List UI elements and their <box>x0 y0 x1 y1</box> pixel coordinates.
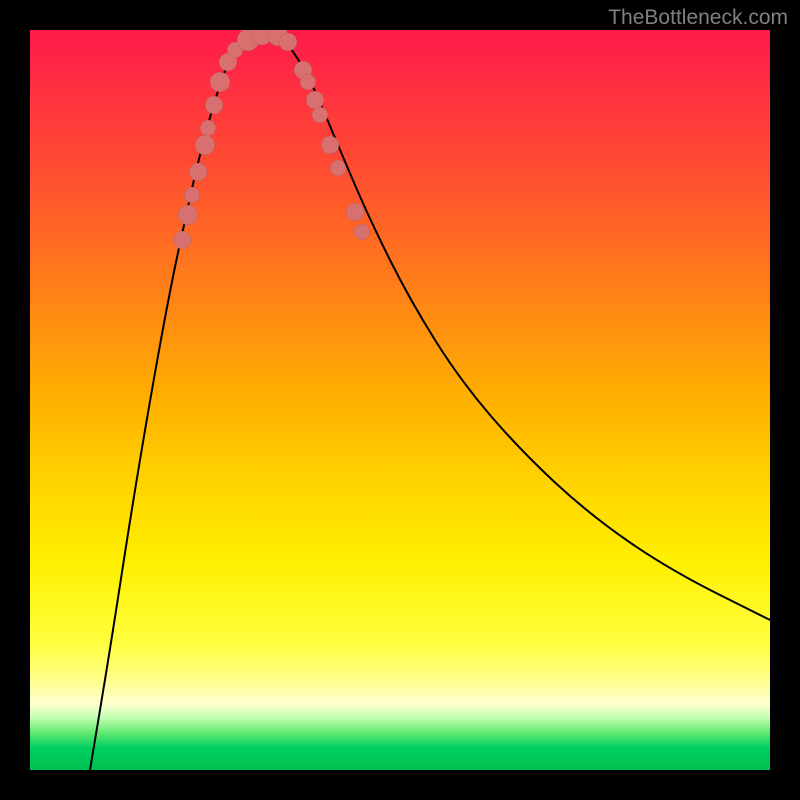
data-point <box>173 231 191 249</box>
data-markers <box>173 30 370 249</box>
data-point <box>321 136 339 154</box>
data-point <box>178 205 198 225</box>
data-point <box>184 187 200 203</box>
data-point <box>354 224 370 240</box>
data-point <box>195 135 215 155</box>
bottleneck-curve <box>90 33 770 770</box>
data-point <box>189 163 207 181</box>
watermark-text: TheBottleneck.com <box>608 6 788 30</box>
chart-plot-area <box>30 30 770 770</box>
data-point <box>312 107 328 123</box>
data-point <box>205 96 223 114</box>
chart-svg <box>30 30 770 770</box>
data-point <box>346 203 364 221</box>
data-point <box>300 74 316 90</box>
data-point <box>330 160 346 176</box>
data-point <box>210 72 230 92</box>
data-point <box>200 120 216 136</box>
data-point <box>306 91 324 109</box>
data-point <box>279 33 297 51</box>
